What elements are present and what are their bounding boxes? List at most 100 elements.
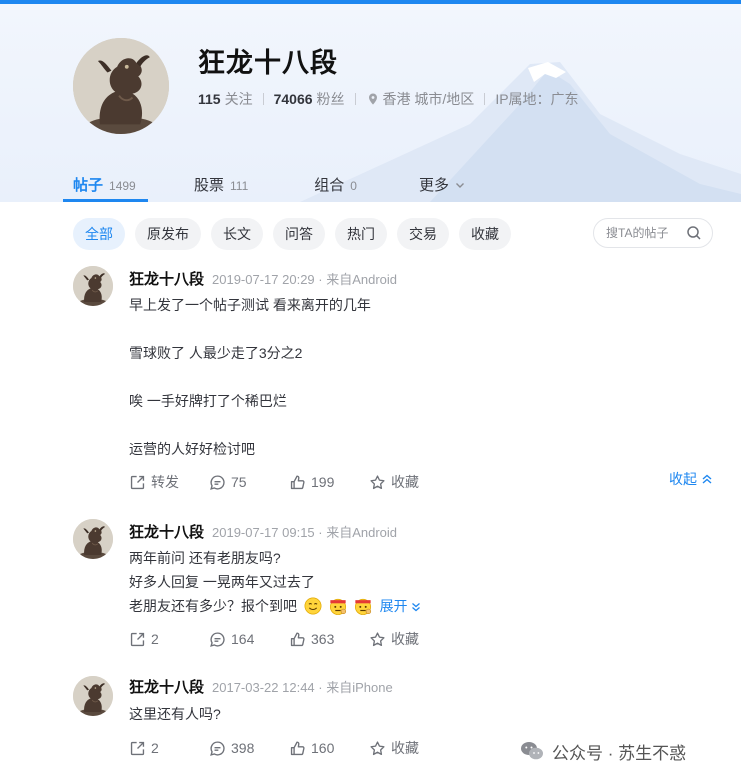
post-item: 狂龙十八段 2019-07-17 09:15 · 来自Android 两年前问 … — [73, 519, 713, 649]
post-time: 2019-07-17 20:29 · 来自Android — [212, 271, 398, 287]
like-count: 160 — [311, 740, 335, 756]
search-icon[interactable] — [686, 225, 702, 241]
divider — [354, 93, 356, 105]
favorite-label: 收藏 — [391, 740, 419, 756]
collapse-button[interactable]: 收起 — [669, 469, 713, 489]
tab-label: 更多 — [418, 177, 449, 194]
filter-original[interactable]: 原发布 — [135, 218, 201, 250]
ip-location: IP属地：广东 — [495, 91, 579, 107]
post-actions: 2 398 160 收藏 — [129, 738, 449, 758]
post-author[interactable]: 狂龙十八段 — [129, 521, 204, 542]
search-input[interactable] — [606, 226, 686, 240]
post-author[interactable]: 狂龙十八段 — [129, 676, 204, 697]
profile-header: 狂龙十八段 115 关注 74066 粉丝 香港 城市/地区 IP属地：广东 帖… — [0, 4, 741, 202]
comment-button[interactable]: 398 — [209, 740, 289, 757]
repost-count: 2 — [151, 740, 159, 756]
like-button[interactable]: 199 — [289, 474, 369, 491]
location-text: 香港 城市/地区 — [382, 91, 475, 107]
author-avatar[interactable] — [73, 266, 113, 306]
expand-button[interactable]: 展开 — [380, 598, 422, 614]
comment-button[interactable]: 75 — [209, 474, 289, 491]
post-paragraph: 早上发了一个帖子测试 看来离开的几年 — [129, 297, 371, 313]
like-button[interactable]: 363 — [289, 631, 369, 648]
filter-hot[interactable]: 热门 — [335, 218, 387, 250]
repost-icon — [129, 740, 146, 757]
post-paragraph-last: 老朋友还有多少？报个到吧 展开 — [129, 594, 421, 618]
tab-label: 股票 — [194, 177, 225, 194]
post-content: 这里还有人吗? — [129, 702, 221, 726]
like-button[interactable]: 160 — [289, 740, 369, 757]
repost-button[interactable]: 2 — [129, 740, 209, 757]
filter-qa[interactable]: 问答 — [273, 218, 325, 250]
repost-icon — [129, 631, 146, 648]
chevron-down-icon — [412, 603, 421, 612]
tab-portfolios[interactable]: 组合 0 — [304, 166, 367, 202]
post-author[interactable]: 狂龙十八段 — [129, 268, 204, 289]
post-item: 狂龙十八段 2019-07-17 20:29 · 来自Android 早上发了一… — [73, 266, 713, 496]
post-content: 两年前问 还有老朋友吗? 好多人回复 一晃两年又过去了 老朋友还有多少？报个到吧… — [129, 546, 421, 618]
post-paragraph: 运营的人好好检讨吧 — [129, 441, 255, 457]
comment-count: 398 — [231, 740, 255, 756]
profile-avatar[interactable] — [73, 38, 169, 134]
comment-button[interactable]: 164 — [209, 631, 289, 648]
author-avatar[interactable] — [73, 676, 113, 716]
comment-count: 164 — [231, 631, 255, 647]
post-time: 2017-03-22 12:44 · 来自iPhone — [212, 679, 393, 695]
repost-button[interactable]: 2 — [129, 631, 209, 648]
tab-label: 帖子 — [73, 177, 104, 194]
post-actions: 2 164 363 收藏 — [129, 629, 449, 649]
tab-count: 1499 — [109, 179, 136, 193]
post-meta: 狂龙十八段 2017-03-22 12:44 · 来自iPhone — [129, 676, 393, 696]
post-meta: 狂龙十八段 2019-07-17 09:15 · 来自Android — [129, 521, 397, 541]
followers-count[interactable]: 74066 — [274, 91, 313, 107]
favorite-label: 收藏 — [391, 631, 419, 647]
filter-chips: 全部 原发布 长文 问答 热门 交易 收藏 — [73, 218, 511, 250]
repost-label: 转发 — [151, 474, 179, 490]
collapse-label: 收起 — [669, 471, 697, 487]
tab-more[interactable]: 更多 — [409, 166, 475, 202]
post-search-box — [593, 218, 713, 248]
filter-long-article[interactable]: 长文 — [211, 218, 263, 250]
post-paragraph — [129, 413, 371, 437]
following-count[interactable]: 115 — [198, 91, 221, 107]
post-time: 2019-07-17 09:15 · 来自Android — [212, 524, 398, 540]
repost-icon — [129, 474, 146, 491]
favorite-button[interactable]: 收藏 — [369, 629, 449, 649]
profile-name: 狂龙十八段 — [198, 48, 338, 78]
repost-button[interactable]: 转发 — [129, 472, 209, 492]
tab-posts[interactable]: 帖子 1499 — [63, 166, 148, 202]
dragon-statue-image — [73, 266, 113, 306]
filter-favorites[interactable]: 收藏 — [459, 218, 511, 250]
post-meta: 狂龙十八段 2019-07-17 20:29 · 来自Android — [129, 268, 397, 288]
followers-label[interactable]: 粉丝 — [317, 89, 345, 109]
tab-count: 111 — [230, 179, 249, 193]
headband-emoji-icon — [354, 597, 372, 615]
tab-stocks[interactable]: 股票 111 — [184, 166, 258, 202]
profile-tabs: 帖子 1499 股票 111 组合 0 更多 — [63, 166, 475, 202]
star-icon — [369, 474, 386, 491]
filter-trade[interactable]: 交易 — [397, 218, 449, 250]
like-icon — [289, 631, 306, 648]
dragon-statue-image — [73, 519, 113, 559]
post-paragraph: 两年前问 还有老朋友吗? — [129, 550, 281, 566]
like-icon — [289, 740, 306, 757]
favorite-button[interactable]: 收藏 — [369, 738, 449, 758]
post-paragraph — [129, 317, 371, 341]
filter-all[interactable]: 全部 — [73, 218, 125, 250]
location-pin-icon — [368, 93, 377, 105]
smile-emoji-icon — [304, 597, 322, 615]
post-content: 早上发了一个帖子测试 看来离开的几年 雪球败了 人最少走了3分之2 唉 一手好牌… — [129, 293, 371, 461]
star-icon — [369, 631, 386, 648]
favorite-button[interactable]: 收藏 — [369, 472, 449, 492]
post-paragraph: 好多人回复 一晃两年又过去了 — [129, 574, 315, 590]
post-paragraph: 雪球败了 人最少走了3分之2 — [129, 345, 303, 361]
tab-count: 0 — [350, 179, 357, 193]
following-label[interactable]: 关注 — [225, 89, 253, 109]
chevron-up-icon — [702, 474, 712, 484]
expand-label: 展开 — [379, 598, 408, 614]
post-paragraph: 这里还有人吗? — [129, 706, 221, 722]
author-avatar[interactable] — [73, 519, 113, 559]
divider — [484, 93, 486, 105]
headband-emoji-icon — [329, 597, 347, 615]
dragon-statue-image — [73, 676, 113, 716]
